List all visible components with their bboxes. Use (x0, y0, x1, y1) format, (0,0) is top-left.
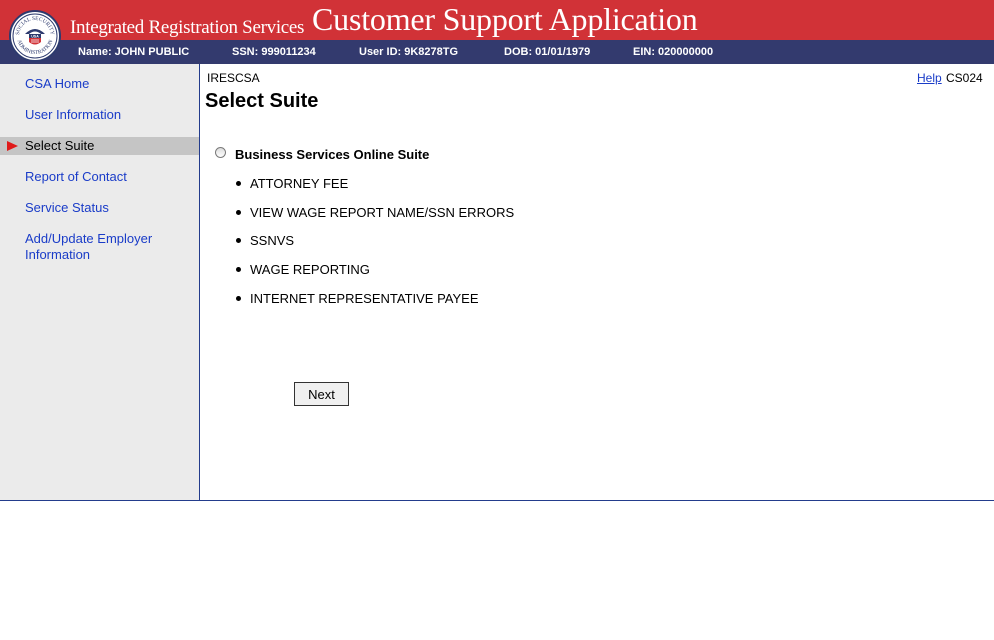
sidebar-item-label: User Information (25, 107, 122, 122)
sidebar-item-service-status[interactable]: Service Status (0, 200, 199, 216)
app-title: Customer Support Application (312, 1, 698, 37)
sidebar-item-add-update-employer[interactable]: Add/Update Employer Information (0, 231, 199, 263)
service-label: VIEW WAGE REPORT NAME/SSN ERRORS (250, 205, 515, 220)
bullet-icon (236, 267, 241, 273)
sidebar-item-label: Service Status (25, 200, 109, 215)
user-id: User ID: 9K8278TG (359, 46, 459, 58)
service-item: SSNVS (236, 233, 294, 248)
org-title: Integrated Registration Services (70, 17, 305, 38)
sidebar-item-label: Add/Update Employer Information (25, 231, 153, 262)
bullet-icon (236, 296, 241, 302)
red-arrow-icon (7, 141, 18, 151)
sidebar-item-label: Report of Contact (25, 169, 127, 184)
bullet-icon (236, 238, 241, 244)
service-label: INTERNET REPRESENTATIVE PAYEE (250, 291, 479, 306)
service-item: INTERNET REPRESENTATIVE PAYEE (236, 291, 479, 306)
service-item: WAGE REPORTING (236, 262, 370, 277)
bullet-icon (236, 181, 241, 187)
user-ein: EIN: 020000000 (633, 46, 714, 58)
screen-id: CS024 (946, 71, 983, 85)
next-button[interactable]: Next (294, 382, 349, 406)
service-item: ATTORNEY FEE (236, 176, 348, 191)
content-bottom-border (0, 500, 994, 501)
sidebar-item-select-suite[interactable]: Select Suite (0, 137, 199, 155)
user-info-bar: Name: JOHN PUBLIC SSN: 999011234 User ID… (0, 40, 994, 64)
service-label: ATTORNEY FEE (250, 176, 349, 191)
service-item: VIEW WAGE REPORT NAME/SSN ERRORS (236, 205, 514, 220)
bullet-icon (236, 210, 241, 216)
service-label: SSNVS (250, 233, 295, 248)
suite-label: Business Services Online Suite (235, 147, 430, 162)
service-label: WAGE REPORTING (250, 262, 370, 277)
sidebar-item-user-information[interactable]: User Information (0, 107, 199, 123)
suite-radio-button[interactable] (215, 147, 226, 158)
user-name: Name: JOHN PUBLIC (78, 46, 190, 58)
user-ssn: SSN: 999011234 (232, 46, 316, 58)
sidebar-nav: CSA Home User Information Select Suite R… (0, 64, 200, 500)
sidebar-item-label: CSA Home (25, 76, 90, 91)
app-code: IRESCSA (207, 71, 260, 85)
ssa-seal-logo: SOCIAL SECURITY ADMINISTRATION USA (9, 10, 61, 62)
svg-text:USA: USA (31, 35, 39, 39)
help-link[interactable]: Help (917, 71, 942, 85)
sidebar-item-report-of-contact[interactable]: Report of Contact (0, 169, 199, 185)
user-dob: DOB: 01/01/1979 (504, 46, 591, 58)
sidebar-item-csa-home[interactable]: CSA Home (0, 76, 199, 92)
page-title: Select Suite (205, 90, 319, 112)
sidebar-item-label: Select Suite (25, 138, 95, 153)
